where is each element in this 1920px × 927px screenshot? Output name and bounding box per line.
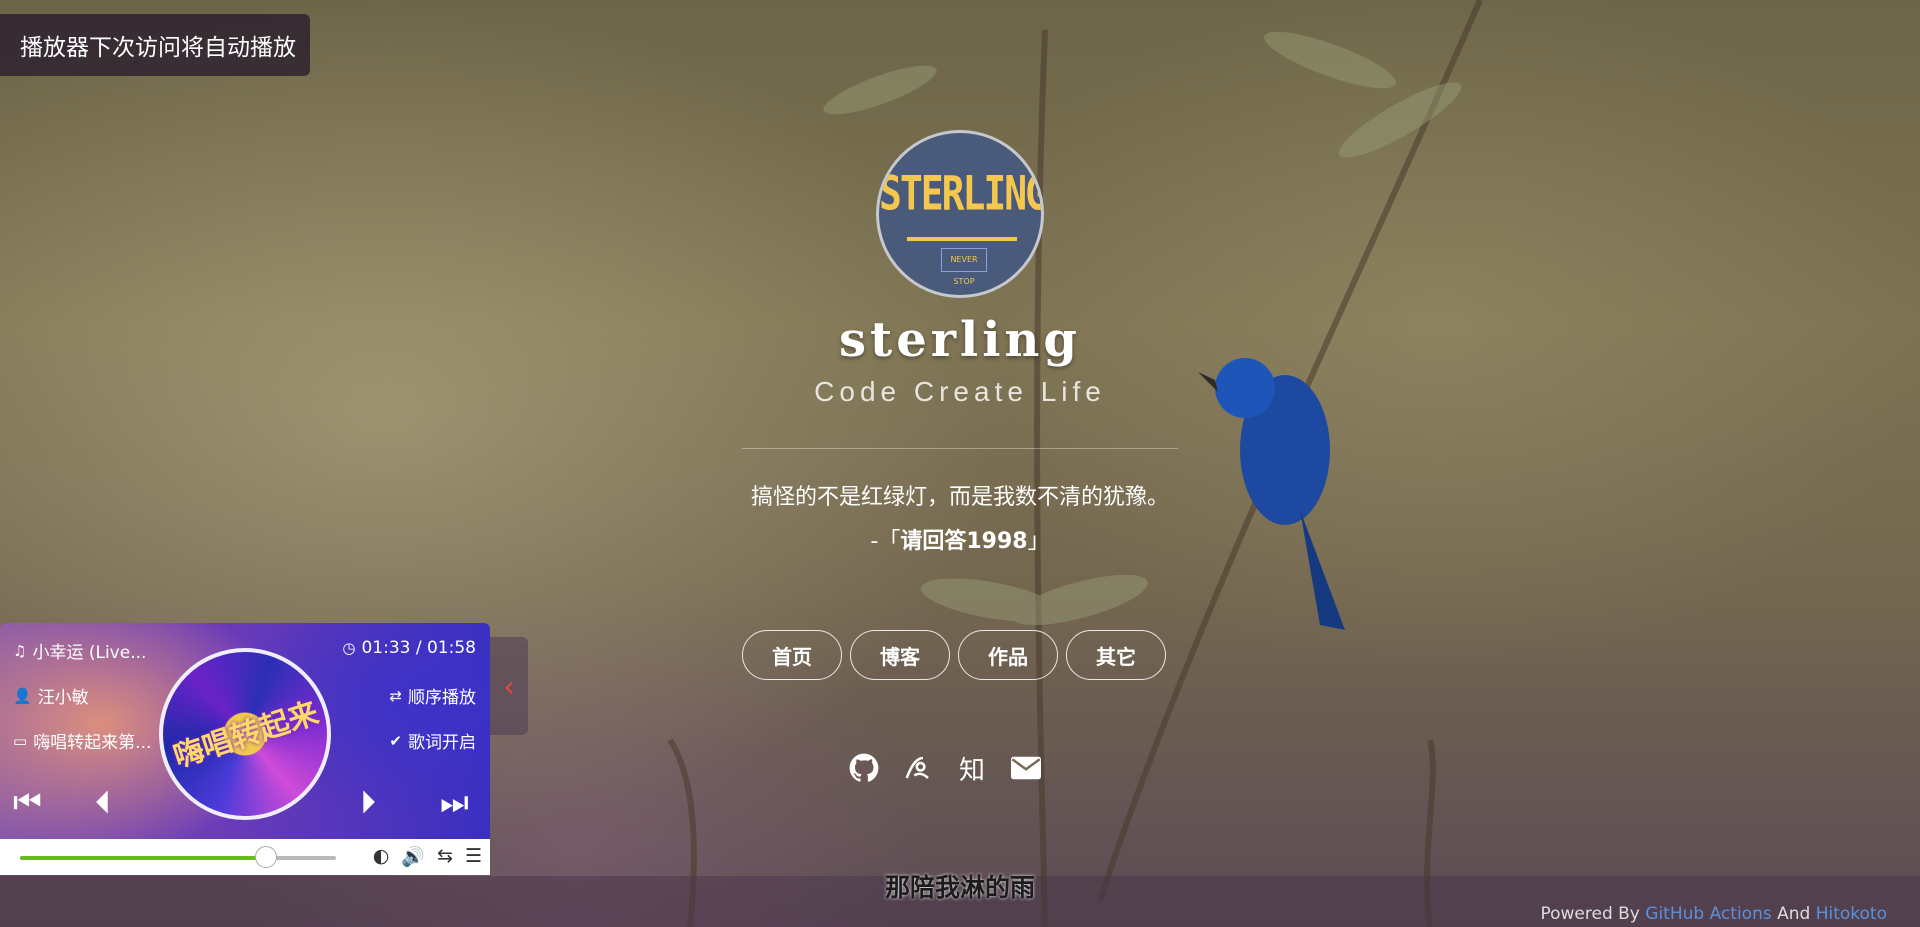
chevron-left-icon: ‹ xyxy=(503,669,515,703)
progress-area: ◐ 🔊 ⇆ ☰ xyxy=(0,839,490,875)
mail-icon[interactable] xyxy=(1010,752,1042,784)
progress-thumb[interactable] xyxy=(255,846,278,868)
artist-name: 汪小敏 xyxy=(37,688,89,708)
source-prefix: -「 xyxy=(870,529,901,554)
clock-icon: ◷ xyxy=(342,639,356,657)
artist-row: 👤 汪小敏 xyxy=(13,683,89,709)
site-name: sterling xyxy=(839,312,1081,368)
repeat-icon: ⇄ xyxy=(389,686,402,705)
nav-home-button[interactable]: 首页 xyxy=(742,630,842,680)
source-title: 请回答1998 xyxy=(900,529,1028,554)
nav-works-button[interactable]: 作品 xyxy=(958,630,1058,680)
profile-card: STERLING NEVER STOP sterling Code Create… xyxy=(740,130,1180,555)
avatar[interactable]: STERLING NEVER STOP xyxy=(876,130,1044,298)
playlist-icon[interactable]: ☰ xyxy=(465,845,482,868)
nav-blog-button[interactable]: 博客 xyxy=(850,630,950,680)
time-display: 01:33 / 01:58 xyxy=(361,638,476,658)
site-motto: Code Create Life xyxy=(814,376,1106,407)
cover-text: 嗨唱转起来 xyxy=(169,695,323,776)
hitokoto-link[interactable]: Hitokoto xyxy=(1816,904,1887,924)
hitokoto-source: -「请回答1998」 xyxy=(740,523,1180,555)
song-title: 小幸运 (Live... xyxy=(32,643,147,663)
divider xyxy=(742,448,1178,449)
lyrics-row[interactable]: ✔ 歌词开启 xyxy=(389,728,476,754)
hitokoto-quote: 搞怪的不是红绿灯，而是我数不清的犹豫。 xyxy=(750,485,1169,510)
user-icon: 👤 xyxy=(13,686,32,705)
zhihu-icon[interactable]: 知 xyxy=(956,752,988,786)
player-collapse-button[interactable]: ‹ xyxy=(490,637,528,735)
github-actions-link[interactable]: GitHub Actions xyxy=(1645,904,1771,924)
current-lyric: 那陪我淋的雨 xyxy=(884,873,1035,902)
social-links: 知 xyxy=(848,752,1042,786)
music-note-icon: ♫ xyxy=(13,641,27,660)
volume-icon[interactable]: 🔊 xyxy=(401,845,425,868)
progress-fill xyxy=(20,856,267,860)
avatar-underline xyxy=(907,237,1017,241)
next-button[interactable]: ⏵ xyxy=(360,783,376,822)
powered-label: Powered By xyxy=(1540,904,1640,924)
play-mode: 顺序播放 xyxy=(408,688,476,708)
album-row: ▭ 嗨唱转起来第... xyxy=(13,728,152,754)
folder-icon: ▭ xyxy=(13,731,28,750)
music-player: ♫ 小幸运 (Live... ◷ 01:33 / 01:58 👤 汪小敏 ⇄ 顺… xyxy=(0,623,490,875)
album-name: 嗨唱转起来第... xyxy=(33,733,152,753)
prev-button[interactable]: ⏴ xyxy=(95,783,111,822)
github-icon[interactable] xyxy=(848,752,880,784)
loop-icon[interactable]: ⇆ xyxy=(437,845,453,868)
progress-track[interactable] xyxy=(20,846,336,868)
album-cover[interactable]: 嗨唱转起来 xyxy=(159,648,331,820)
and-label: And xyxy=(1777,904,1811,924)
time-row: ◷ 01:33 / 01:58 xyxy=(342,638,476,658)
powered-by: Powered By GitHub Actions And Hitokoto xyxy=(1540,904,1887,924)
player-tools: ◐ 🔊 ⇆ ☰ xyxy=(373,845,482,868)
yuque-icon[interactable] xyxy=(902,752,934,784)
avatar-tag: NEVER STOP xyxy=(941,248,987,286)
main-nav: 首页 博客 作品 其它 xyxy=(742,630,1166,680)
rewind-button[interactable]: ⏮ xyxy=(13,783,42,822)
toggle-icon[interactable]: ◐ xyxy=(373,845,390,868)
avatar-brand: STERLING xyxy=(879,165,1044,221)
lyrics-state: 歌词开启 xyxy=(408,733,476,753)
nav-other-button[interactable]: 其它 xyxy=(1066,630,1166,680)
source-suffix: 」 xyxy=(1027,529,1050,554)
mode-row[interactable]: ⇄ 顺序播放 xyxy=(389,683,476,709)
autoplay-toast: 播放器下次访问将自动播放 xyxy=(0,14,310,76)
check-circle-icon: ✔ xyxy=(389,731,402,750)
toast-text: 播放器下次访问将自动播放 xyxy=(20,35,296,61)
forward-button[interactable]: ⏭ xyxy=(440,783,469,822)
song-title-row: ♫ 小幸运 (Live... xyxy=(13,638,147,664)
